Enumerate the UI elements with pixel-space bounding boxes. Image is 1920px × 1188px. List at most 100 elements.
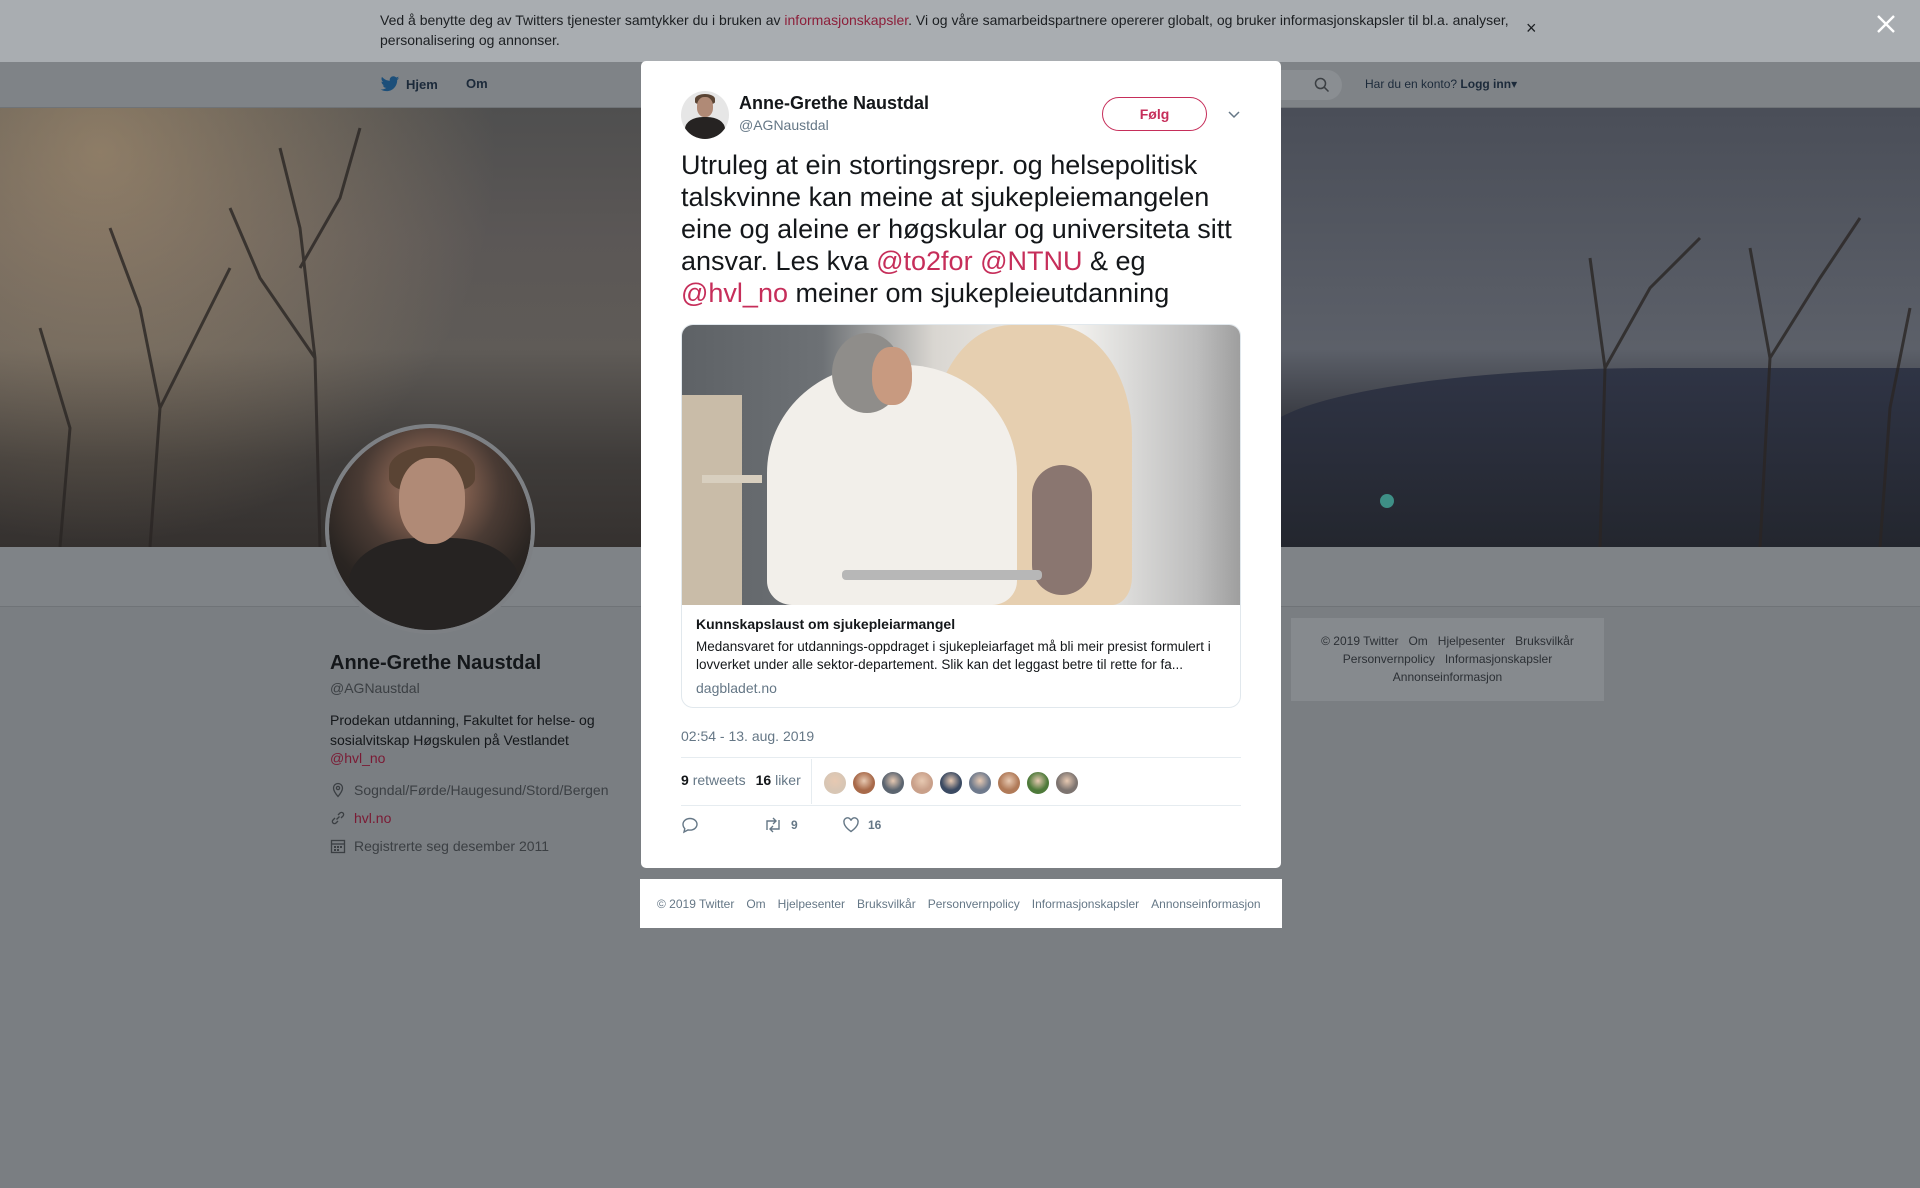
profile-location: Sogndal/Førde/Haugesund/Stord/Bergen [330, 782, 609, 798]
link-icon [331, 811, 345, 825]
cookie-close-button[interactable]: × [1526, 18, 1537, 39]
footer-link: © 2019 Twitter [1321, 634, 1399, 648]
retweet-button[interactable]: 9 [763, 816, 798, 834]
twitter-bird-icon [380, 76, 400, 92]
liker-avatar[interactable] [1026, 771, 1050, 795]
follow-button[interactable]: Følg [1102, 97, 1207, 131]
card-description: Medansvaret for utdannings-oppdraget i s… [696, 639, 1211, 672]
avatar-jacket [349, 538, 519, 630]
footer-link[interactable]: Bruksvilkår [1515, 634, 1574, 648]
retweets-count: 9 [681, 772, 689, 788]
liker-avatar[interactable] [1055, 771, 1079, 795]
liker-avatar[interactable] [910, 771, 934, 795]
avatar-face [697, 97, 713, 117]
footer-link[interactable]: Informasjonskapsler [1445, 652, 1552, 666]
footer-link[interactable]: Om [746, 897, 765, 911]
card-image-shelf-board [702, 475, 762, 483]
tweet-text: Utruleg at ein stortingsrepr. og helsepo… [681, 149, 1241, 309]
liker-avatar[interactable] [881, 771, 905, 795]
footer-link[interactable]: Informasjonskapsler [1032, 897, 1139, 911]
cookie-text-before: Ved å benytte deg av Twitters tjenester … [380, 12, 785, 28]
cookie-banner: Ved å benytte deg av Twitters tjenester … [0, 0, 1920, 62]
mention-link[interactable]: @NTNU [980, 246, 1082, 276]
tweet-text-segment: & eg [1082, 246, 1146, 276]
footer-link[interactable]: Om [1408, 634, 1427, 648]
profile-url[interactable]: hvl.no [330, 810, 391, 826]
footer-link[interactable]: Bruksvilkår [857, 897, 916, 911]
divider [811, 759, 812, 804]
card-image-shelf [682, 395, 742, 605]
likes-count: 16 [755, 772, 772, 788]
tweet-author-avatar[interactable] [681, 91, 729, 139]
cookie-link[interactable]: informasjonskapsler [784, 12, 908, 28]
nav-home[interactable]: Hjem [380, 76, 438, 93]
tweet-timestamp[interactable]: 02:54 - 13. aug. 2019 [681, 728, 814, 744]
footer-link[interactable]: Personvernpolicy [1343, 652, 1435, 666]
chevron-down-icon[interactable]: ▾ [1511, 77, 1517, 91]
nav-home-label: Hjem [406, 77, 438, 92]
lens-flare [1380, 494, 1394, 508]
liker-avatar[interactable] [968, 771, 992, 795]
search-icon[interactable] [1314, 77, 1330, 93]
liker-avatar[interactable] [852, 771, 876, 795]
footer-link[interactable]: Hjelpesenter [778, 897, 845, 911]
tweet-text-segment [973, 246, 981, 276]
profile-avatar[interactable] [325, 424, 535, 634]
cookie-text: Ved å benytte deg av Twitters tjenester … [380, 10, 1520, 50]
tweet-text-segment: meiner om sjukepleieutdanning [787, 278, 1170, 308]
liker-avatar[interactable] [939, 771, 963, 795]
login-prompt: Har du en konto? Logg inn▾ [1365, 77, 1517, 91]
liker-avatar[interactable] [997, 771, 1021, 795]
retweets-label: retweets [692, 772, 746, 788]
profile-bio-mention[interactable]: @hvl_no [330, 750, 385, 766]
tweet-actions: 9 16 [681, 816, 981, 846]
tweet-modal: Anne-Grethe Naustdal @AGNaustdal Følg Ut… [641, 61, 1281, 868]
card-image-walker [842, 570, 1042, 580]
tweet-author-handle[interactable]: @AGNaustdal [739, 117, 829, 133]
profile-location-text: Sogndal/Førde/Haugesund/Stord/Bergen [354, 782, 609, 798]
retweet-count: 9 [791, 818, 798, 832]
calendar-icon [330, 839, 346, 854]
profile-join-date: Registrerte seg desember 2011 [330, 838, 549, 854]
login-prompt-text: Har du en konto? [1365, 77, 1458, 91]
likers-avatars [823, 771, 1079, 795]
reply-icon [682, 817, 698, 834]
tweet-author-name[interactable]: Anne-Grethe Naustdal [739, 93, 929, 114]
modal-footer: © 2019 Twitter Om Hjelpesenter Bruksvilk… [640, 879, 1282, 928]
close-icon[interactable] [1874, 12, 1898, 36]
likes-label: liker [775, 772, 801, 788]
footer-link[interactable]: Personvernpolicy [928, 897, 1020, 911]
login-link[interactable]: Logg inn [1460, 77, 1511, 91]
profile-handle[interactable]: @AGNaustdal [330, 680, 420, 696]
divider [681, 805, 1241, 806]
profile-bio: Prodekan utdanning, Fakultet for helse- … [330, 712, 595, 748]
chevron-down-icon[interactable] [1225, 105, 1243, 123]
likes-stat[interactable]: 16 liker [756, 772, 801, 788]
profile-join-text: Registrerte seg desember 2011 [354, 838, 550, 854]
footer-link[interactable]: Hjelpesenter [1438, 634, 1505, 648]
card-title: Kunnskapslaust om sjukepleiarmangel [696, 616, 956, 632]
nav-about[interactable]: Om [466, 76, 488, 91]
like-button[interactable]: 16 [842, 816, 881, 834]
footer-link[interactable]: Annonseinformasjon [1151, 897, 1260, 911]
tweet-stats: 9 retweets 16 liker [681, 772, 801, 788]
link-preview-card[interactable]: Kunnskapslaust om sjukepleiarmangel Meda… [681, 324, 1241, 708]
like-count: 16 [868, 818, 882, 832]
profile-url-link[interactable]: hvl.no [354, 810, 391, 826]
location-pin-icon [332, 782, 344, 798]
mention-link[interactable]: @to2for [876, 246, 972, 276]
heart-icon [843, 817, 859, 833]
avatar-face [399, 458, 465, 544]
retweet-icon [766, 817, 780, 833]
card-image [682, 325, 1240, 605]
profile-name[interactable]: Anne-Grethe Naustdal [330, 652, 541, 675]
nav-about-label: Om [466, 76, 488, 91]
retweets-stat[interactable]: 9 retweets [681, 772, 746, 788]
sidebar-footer: © 2019 Twitter Om Hjelpesenter Bruksvilkår … [1291, 618, 1604, 701]
mention-link[interactable]: @hvl_no [681, 278, 788, 308]
card-domain: dagbladet.no [696, 680, 777, 696]
reply-button[interactable] [681, 816, 699, 834]
liker-avatar[interactable] [823, 771, 847, 795]
avatar-jacket [685, 117, 725, 139]
footer-link[interactable]: Annonseinformasjon [1393, 670, 1502, 684]
